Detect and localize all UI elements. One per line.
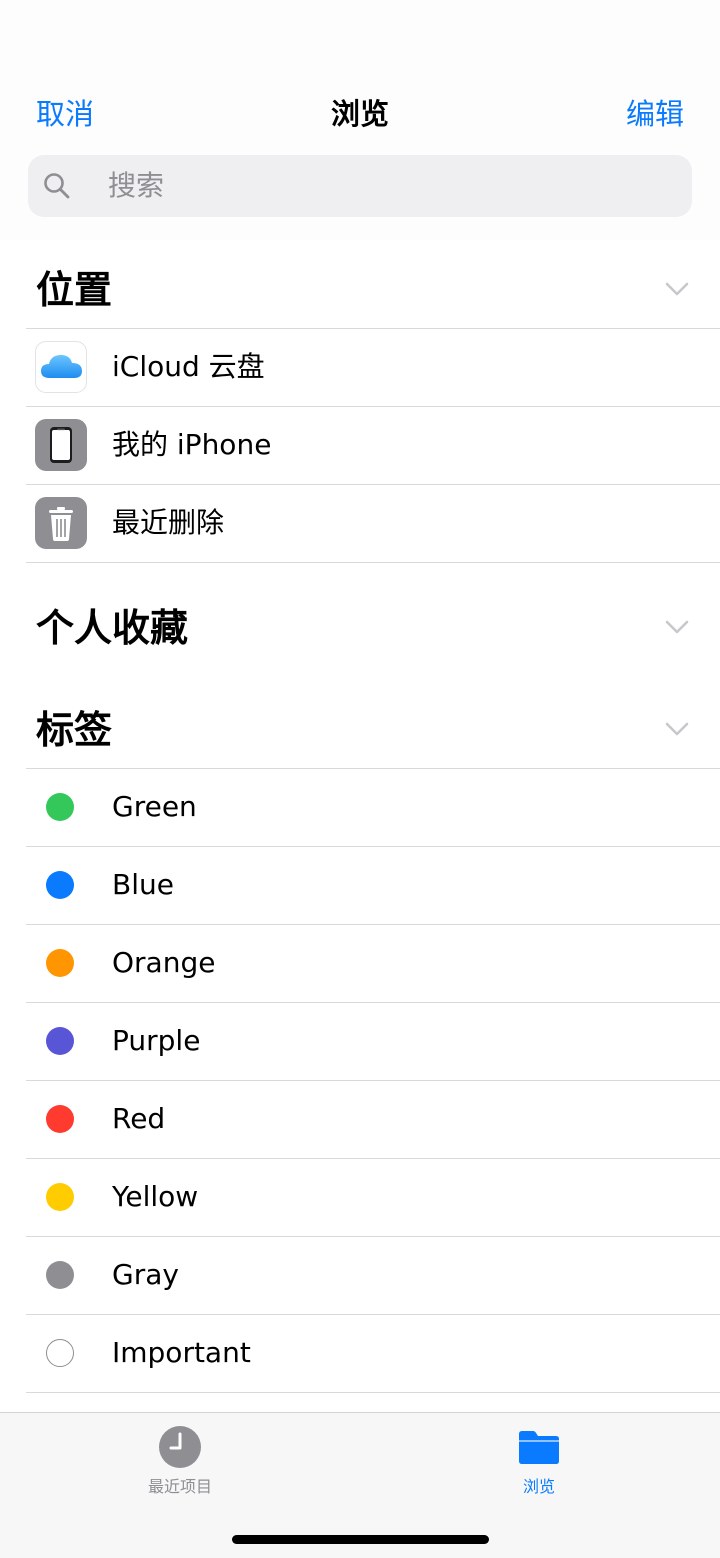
tag-row-green[interactable]: Green [26,768,720,846]
iphone-icon [35,419,87,471]
tag-color-dot [46,1261,74,1289]
tab-browse[interactable]: 浏览 [439,1413,639,1513]
tag-row-orange[interactable]: Orange [26,924,720,1002]
tag-row-blue[interactable]: Blue [26,846,720,924]
chevron-down-icon[interactable] [664,276,690,302]
search-icon [44,173,70,199]
tab-recents[interactable]: 最近项目 [80,1413,280,1513]
tag-color-dot [46,1027,74,1055]
tag-label: Yellow [112,1180,199,1213]
tag-row-gray[interactable]: Gray [26,1236,720,1314]
folder-icon [519,1431,559,1464]
chevron-down-icon[interactable] [664,614,690,640]
clock-icon [159,1426,201,1468]
tag-color-dot [46,1105,74,1133]
section-title-favorites: 个人收藏 [36,606,189,650]
tag-label: Red [112,1102,166,1135]
divider [26,562,720,563]
tag-label: Gray [112,1258,179,1291]
tab-label-browse: 浏览 [522,1477,555,1496]
tag-color-dot [46,1183,74,1211]
home-indicator[interactable] [232,1535,489,1544]
location-label: 最近删除 [112,506,225,539]
chevron-down-icon[interactable] [664,716,690,742]
tag-row-yellow[interactable]: Yellow [26,1158,720,1236]
section-header-locations[interactable]: 位置 [36,250,720,330]
location-label: 我的 iPhone [112,428,272,461]
divider [26,1392,720,1393]
location-row-recently-deleted[interactable]: 最近删除 [26,484,720,562]
edit-button[interactable]: 编辑 [626,94,684,134]
tag-color-dot [46,949,74,977]
tab-label-recents: 最近项目 [147,1477,212,1496]
tag-color-dot [46,793,74,821]
section-header-favorites[interactable]: 个人收藏 [36,588,720,668]
location-label: iCloud 云盘 [112,350,265,383]
tag-row-red[interactable]: Red [26,1080,720,1158]
location-row-icloud[interactable]: iCloud 云盘 [26,328,720,406]
tag-label: Blue [112,868,174,901]
tag-label: Purple [112,1024,201,1057]
section-title-locations: 位置 [36,268,113,312]
tag-label: Important [112,1336,251,1369]
search-placeholder: 搜索 [108,169,165,202]
tag-color-dot [46,871,74,899]
search-input[interactable]: 搜索 [28,155,692,217]
files-browse-screen: 取消 浏览 编辑 搜索 位置 iCloud 云盘 我的 iPhone 最近删除 … [0,0,720,1558]
section-title-tags: 标签 [36,708,113,752]
tag-color-dot-empty [46,1339,74,1367]
trash-icon [35,497,87,549]
navigation-header: 取消 浏览 编辑 搜索 [0,0,720,240]
icloud-icon [35,341,87,393]
tag-label: Green [112,790,197,823]
location-row-iphone[interactable]: 我的 iPhone [26,406,720,484]
page-title: 浏览 [330,97,389,131]
tag-label: Orange [112,946,216,979]
section-header-tags[interactable]: 标签 [36,690,720,770]
tag-row-important[interactable]: Important [26,1314,720,1392]
tag-row-purple[interactable]: Purple [26,1002,720,1080]
